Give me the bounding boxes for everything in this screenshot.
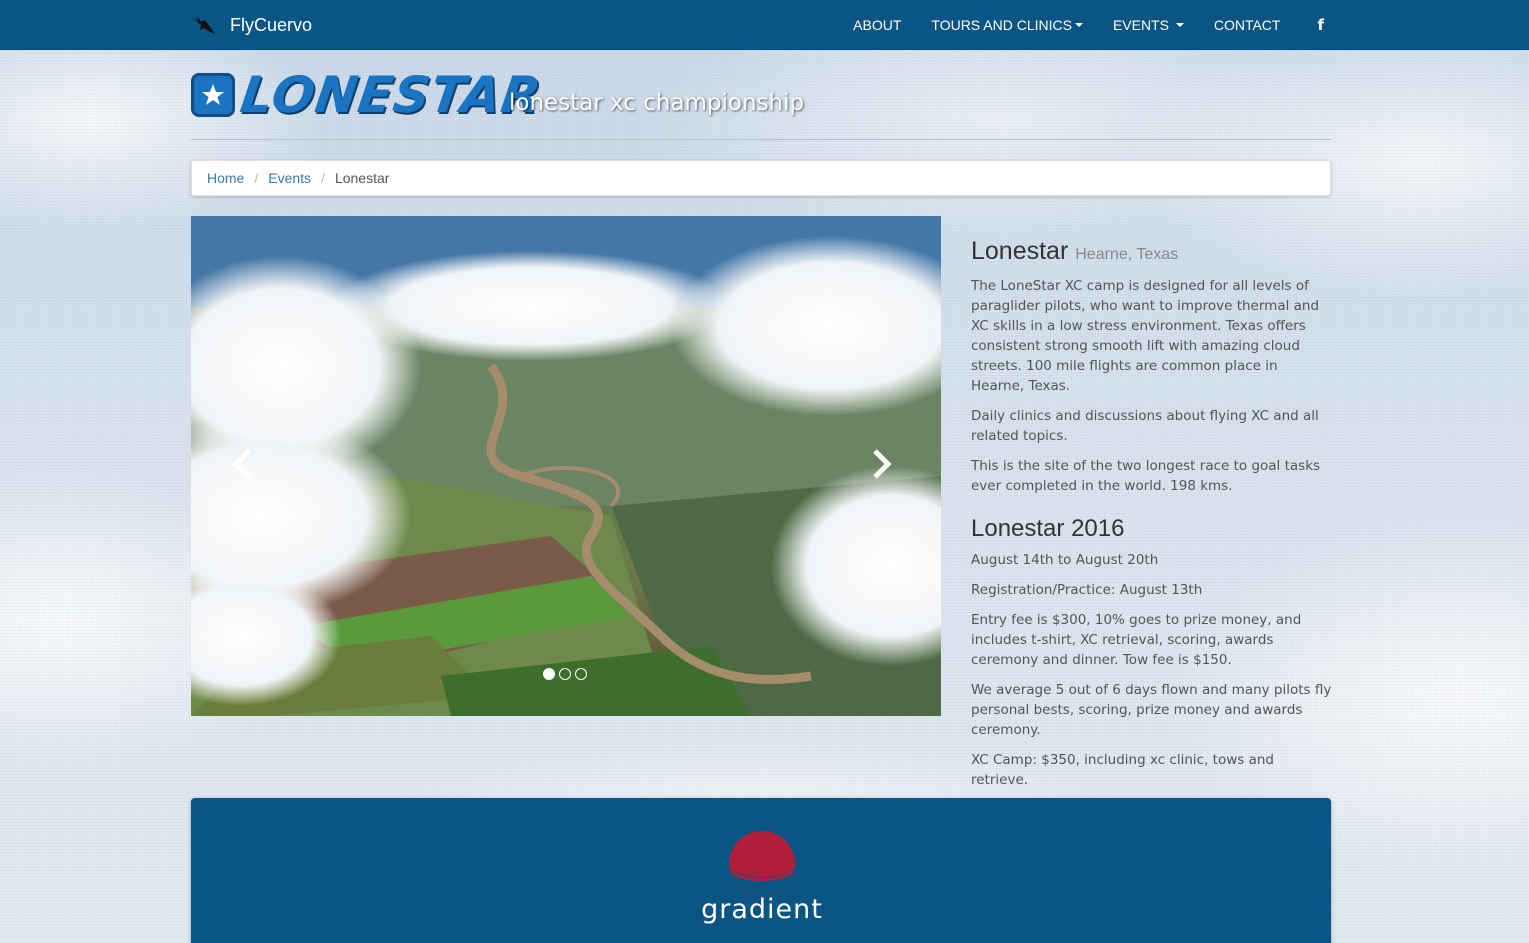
page-header: LONESTAR lonestar xc championship [191, 66, 1331, 140]
nav-tours-label: TOURS AND CLINICS [931, 17, 1072, 33]
event-heading: Lonestar Hearne, Texas [971, 236, 1333, 270]
event-stats: We average 5 out of 6 days flown and man… [971, 682, 1332, 738]
aerial-photo [191, 216, 941, 716]
event-title: Lonestar [971, 237, 1069, 265]
event-location: Hearne, Texas [1075, 246, 1179, 263]
intro-paragraph: Daily clinics and discussions about flyi… [971, 408, 1319, 444]
carousel-indicator-3[interactable] [575, 668, 587, 680]
brand-name: FlyCuervo [230, 14, 313, 35]
caret-down-icon [1175, 23, 1184, 27]
logo-text: LONESTAR [236, 66, 546, 124]
sponsor-name[interactable]: gradient [679, 894, 845, 925]
event-year-heading: Lonestar 2016 [971, 515, 1125, 542]
breadcrumb-separator: / [254, 170, 259, 186]
page-subtitle: lonestar xc championship [509, 90, 805, 116]
event-xc-camp: XC Camp: $350, including xc clinic, tows… [971, 752, 1274, 788]
breadcrumb-current: Lonestar [334, 170, 390, 186]
nav-menu: ABOUT TOURS AND CLINICS EVENTS CONTACT f [838, 0, 1339, 50]
lonestar-logo: LONESTAR [191, 66, 546, 124]
event-entry-fee: Entry fee is $300, 10% goes to prize mon… [971, 612, 1302, 668]
chevron-right-icon [873, 449, 892, 479]
image-carousel[interactable] [191, 216, 941, 716]
carousel-indicator-1[interactable] [543, 668, 555, 680]
breadcrumb-separator: / [321, 170, 325, 186]
nav-events-dropdown[interactable]: EVENTS [1098, 0, 1199, 50]
chevron-left-icon [232, 449, 251, 479]
sponsor-panel: gradient [191, 798, 1331, 943]
nav-about-label: ABOUT [853, 17, 902, 33]
nav-tours-dropdown[interactable]: TOURS AND CLINICS [916, 0, 1098, 50]
nav-events-label: EVENTS [1112, 17, 1169, 33]
breadcrumb-events[interactable]: Events [268, 170, 311, 186]
caret-down-icon [1074, 23, 1083, 27]
top-navbar: FlyCuervo ABOUT TOURS AND CLINICS EVENTS… [0, 0, 1529, 50]
bird-icon [191, 16, 215, 34]
star-icon [191, 73, 235, 117]
nav-about[interactable]: ABOUT [838, 0, 916, 50]
carousel-next-button[interactable] [871, 448, 901, 484]
breadcrumb-home[interactable]: Home [207, 170, 244, 186]
intro-paragraph: The LoneStar XC camp is designed for all… [971, 278, 1320, 394]
brand-link[interactable]: FlyCuervo [190, 0, 312, 50]
nav-contact[interactable]: CONTACT [1199, 0, 1296, 50]
event-description: Lonestar Hearne, Texas The LoneStar XC c… [971, 236, 1333, 800]
event-registration: Registration/Practice: August 13th [971, 582, 1203, 598]
facebook-icon[interactable]: f [1295, 0, 1339, 50]
carousel-indicator-2[interactable] [559, 668, 571, 680]
intro-paragraph: This is the site of the two longest race… [971, 458, 1321, 494]
breadcrumb: Home / Events / Lonestar [191, 160, 1331, 196]
carousel-prev-button[interactable] [231, 448, 261, 484]
event-dates: August 14th to August 20th [971, 552, 1159, 568]
nav-contact-label: CONTACT [1213, 17, 1281, 33]
carousel-indicators [543, 668, 587, 680]
